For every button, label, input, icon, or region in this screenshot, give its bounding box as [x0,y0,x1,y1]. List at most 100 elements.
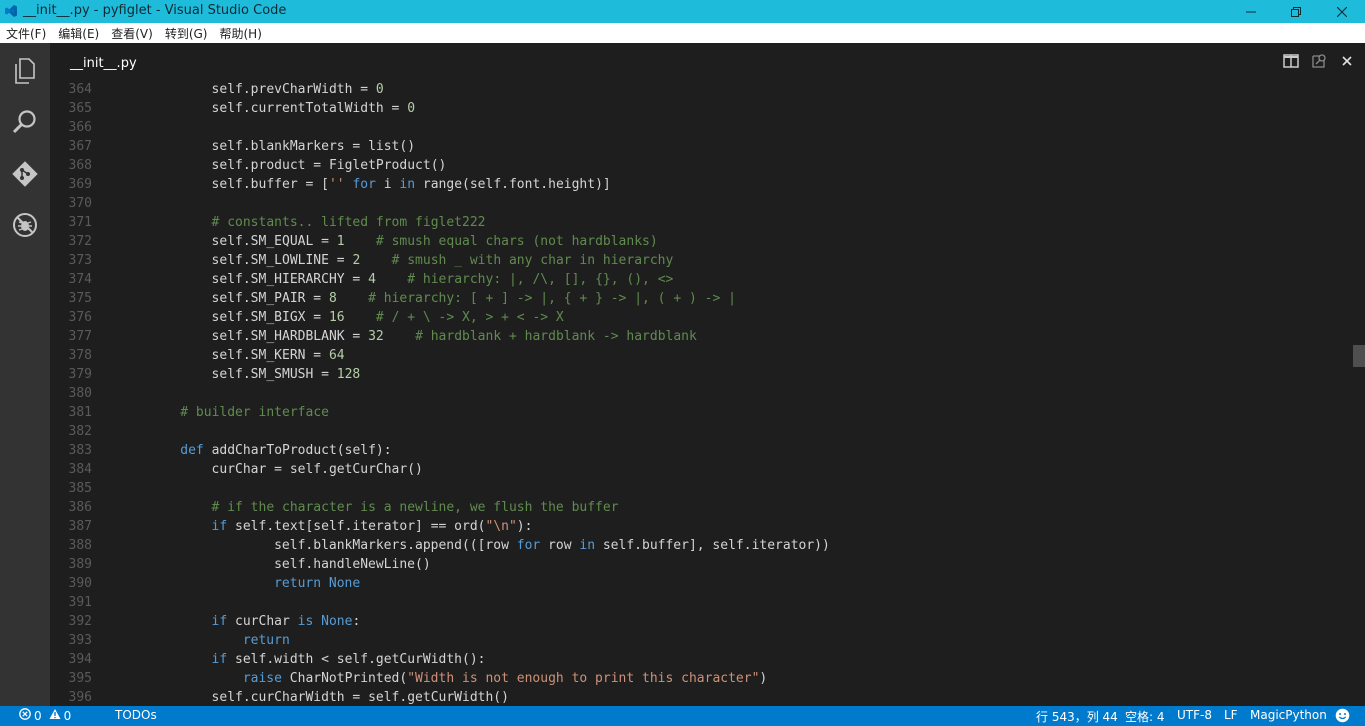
code-line[interactable]: 393 return [50,631,1350,650]
code-line[interactable]: 367 self.blankMarkers = list() [50,137,1350,156]
code-line[interactable]: 384 curChar = self.getCurChar() [50,460,1350,479]
code-token: # smush equal chars (not hardblanks) [375,234,658,249]
code-line[interactable]: 380 [50,384,1350,403]
code-token: : [352,614,361,629]
line-number: 383 [68,443,92,458]
code-token: self.SM_KERN = [211,348,329,363]
problems-indicator[interactable]: 0 0 [19,708,71,723]
vscode-logo-icon [4,4,18,18]
close-window-button[interactable] [1319,0,1365,23]
search-button[interactable] [0,99,50,149]
code-token: if [211,519,228,534]
todos-item[interactable]: TODOs [115,708,157,722]
indentation[interactable]: 空格: 4 [1125,708,1165,725]
code-line[interactable]: 370 [50,194,1350,213]
open-changes-icon[interactable] [1311,53,1327,69]
code-token: None [321,614,353,629]
code-token: return [242,633,290,648]
code-token: self.buffer], self.iterator)) [595,538,830,553]
code-line[interactable]: 394 if self.width < self.getCurWidth(): [50,650,1350,669]
code-text: def addCharToProduct(self): [180,441,391,460]
code-token: return [274,576,322,591]
code-line[interactable]: 395 raise CharNotPrinted("Width is not en… [50,669,1350,688]
code-line[interactable]: 389 self.handleNewLine() [50,555,1350,574]
code-token: # smush _ with any char in hierarchy [391,253,674,268]
code-line[interactable]: 373 self.SM_LOWLINE = 2 # smush _ with an… [50,251,1350,270]
code-token: 1 [336,234,345,249]
restore-button[interactable] [1273,0,1319,23]
explorer-button[interactable] [0,48,50,98]
cursor-position[interactable]: 行 543，列 44 [1036,708,1118,725]
code-line[interactable]: 388 self.blankMarkers.append(([row for ro… [50,536,1350,555]
encoding[interactable]: UTF-8 [1177,708,1212,722]
vertical-scrollbar[interactable] [1352,79,1365,706]
code-token: # hierarchy: |, /\, [], {}, (), <> [407,272,674,287]
code-line[interactable]: 378 self.SM_KERN = 64 [50,346,1350,365]
code-line[interactable]: 368 self.product = FigletProduct() [50,156,1350,175]
line-number: 372 [68,234,92,249]
window-title: __init__.py - pyfiglet - Visual Studio C… [23,3,287,18]
line-number: 396 [68,690,92,705]
tab-init-py[interactable]: __init__.py [60,43,147,78]
code-line[interactable]: 371 # constants.. lifted from figlet222 [50,213,1350,232]
feedback-button[interactable] [1335,708,1350,726]
code-text: self.SM_PAIR = 8 # hierarchy: [ + ] -> |… [212,289,736,308]
code-token: self.SM_LOWLINE = [211,253,353,268]
code-line[interactable]: 376 self.SM_BIGX = 16 # / + \ -> X, > + <… [50,308,1350,327]
code-line[interactable]: 396 self.curCharWidth = self.getCurWidth(… [50,688,1350,706]
code-line[interactable]: 377 self.SM_HARDBLANK = 32 # hardblank + … [50,327,1350,346]
line-number: 384 [68,462,92,477]
line-number: 395 [68,671,92,686]
code-line[interactable]: 375 self.SM_PAIR = 8 # hierarchy: [ + ] -… [50,289,1350,308]
code-line[interactable]: 366 [50,118,1350,137]
line-number: 382 [68,424,92,439]
code-line[interactable]: 385 [50,479,1350,498]
line-number: 386 [68,500,92,515]
code-token: 64 [328,348,345,363]
code-line[interactable]: 374 self.SM_HIERARCHY = 4 # hierarchy: |,… [50,270,1350,289]
code-token: for [516,538,541,553]
line-number: 374 [68,272,92,287]
code-line[interactable]: 372 self.SM_EQUAL = 1 # smush equal chars… [50,232,1350,251]
code-token: 8 [328,291,337,306]
menu-goto[interactable]: 转到(G) [159,23,214,43]
code-line[interactable]: 364 self.prevCharWidth = 0 [50,80,1350,99]
code-line[interactable]: 383 def addCharToProduct(self): [50,441,1350,460]
code-area[interactable]: 364 self.prevCharWidth = 0 365 self.current… [50,79,1350,706]
close-icon[interactable] [1339,53,1355,69]
code-line[interactable]: 379 self.SM_SMUSH = 128 [50,365,1350,384]
minimize-button[interactable] [1228,0,1274,23]
line-number: 394 [68,652,92,667]
scrollbar-thumb[interactable] [1353,345,1365,367]
code-token: self.SM_EQUAL = [211,234,337,249]
code-line[interactable]: 369 self.buffer = ['' for i in range(self… [50,175,1350,194]
code-token: 32 [368,329,384,344]
debug-button[interactable] [0,202,50,252]
menu-edit[interactable]: 编辑(E) [52,23,105,43]
code-text: self.handleNewLine() [274,555,431,574]
search-icon [12,109,38,139]
code-line[interactable]: 390 return None [50,574,1350,593]
code-line[interactable]: 382 [50,422,1350,441]
code-token: self.blankMarkers.append(([row [274,538,517,553]
code-line[interactable]: 386 # if the character is a newline, we f… [50,498,1350,517]
code-line[interactable]: 365 self.currentTotalWidth = 0 [50,99,1350,118]
split-editor-icon[interactable] [1283,53,1299,69]
menu-view[interactable]: 查看(V) [105,23,159,43]
source-control-button[interactable] [0,151,50,201]
menu-help[interactable]: 帮助(H) [213,23,267,43]
feedback-smiley-icon [1335,708,1350,726]
code-line[interactable]: 381 # builder interface [50,403,1350,422]
menu-file[interactable]: 文件(F) [0,23,52,43]
code-line[interactable]: 391 [50,593,1350,612]
code-text: self.prevCharWidth = 0 [212,80,384,99]
line-number: 379 [68,367,92,382]
language-mode[interactable]: MagicPython [1250,708,1327,722]
end-of-line[interactable]: LF [1224,708,1238,722]
code-line[interactable]: 392 if curChar is None: [50,612,1350,631]
code-line[interactable]: 387 if self.text[self.iterator] == ord("\… [50,517,1350,536]
code-token: # if the character is a newline, we flus… [211,500,619,515]
